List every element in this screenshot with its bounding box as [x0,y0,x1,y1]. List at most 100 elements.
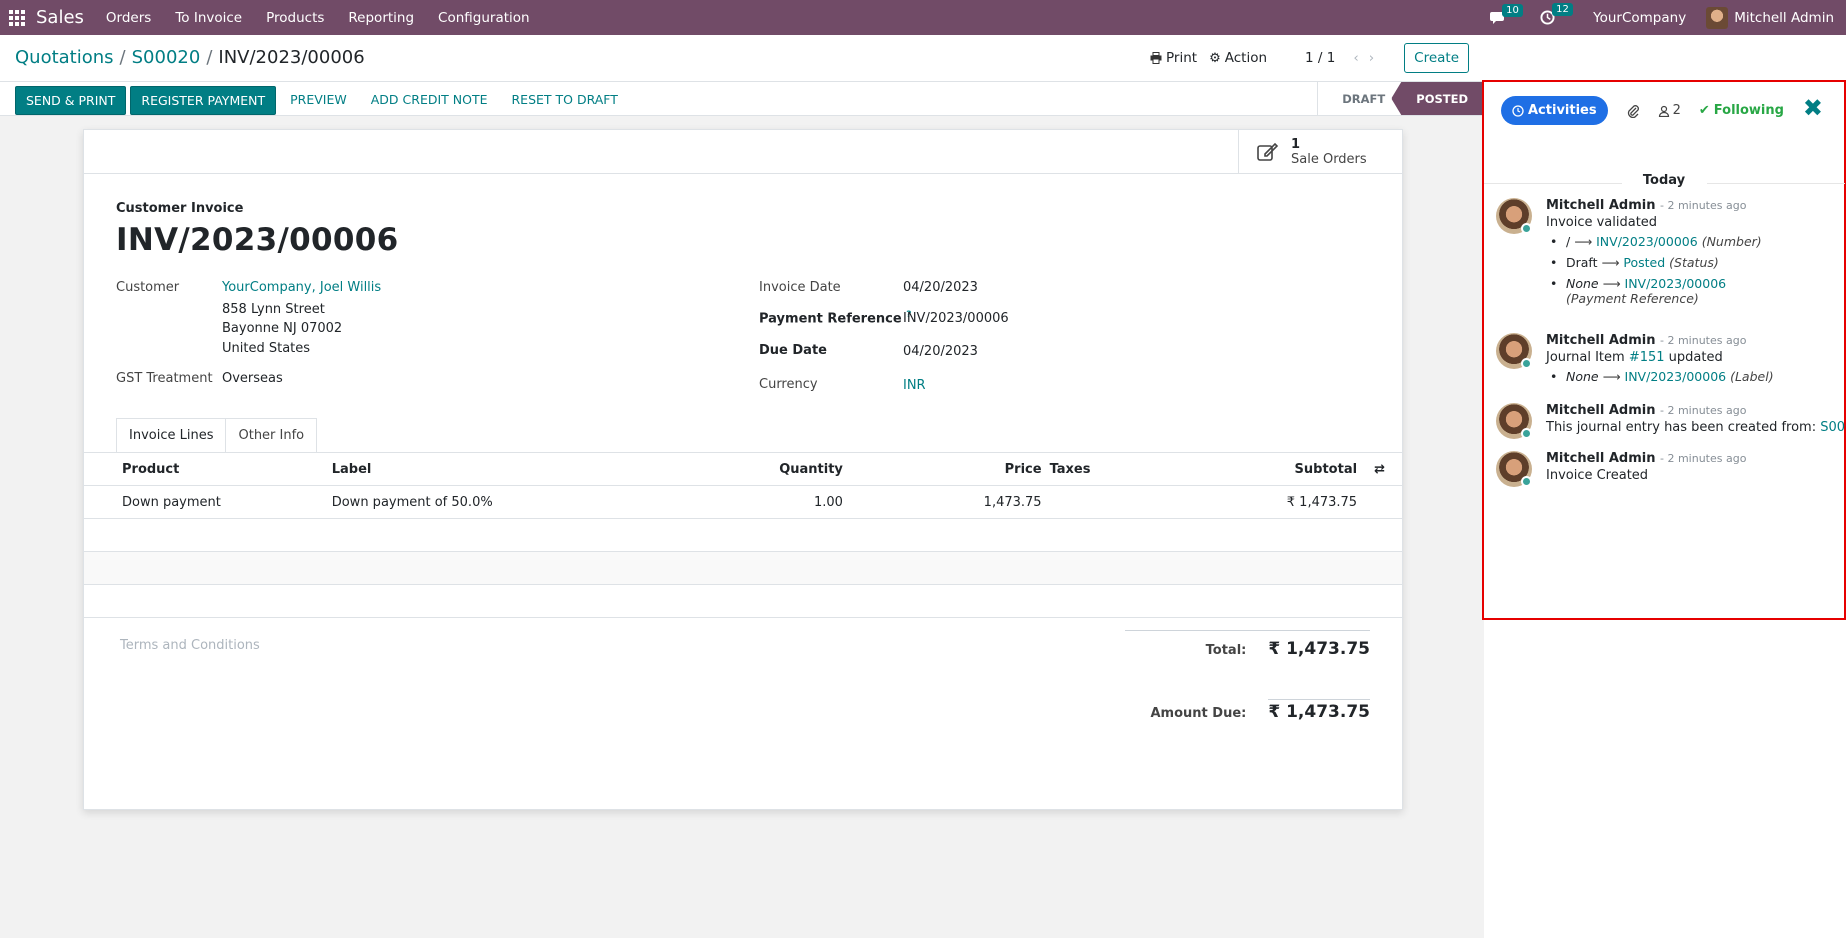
check-icon: ✔ [1698,103,1710,118]
empty-row [84,519,1402,552]
pager-previous-icon[interactable]: ‹ [1353,50,1358,66]
menu-orders[interactable]: Orders [106,10,151,26]
add-credit-note-button[interactable]: ADD CREDIT NOTE [361,86,498,115]
app-brand[interactable]: Sales [36,7,84,28]
author-name[interactable]: Mitchell Admin [1546,198,1655,213]
message-author: Mitchell Admin - 2 minutes ago [1546,451,1846,466]
reset-to-draft-button[interactable]: RESET TO DRAFT [501,86,627,115]
col-price[interactable]: Price [843,462,1042,477]
sale-orders-smart-button[interactable]: 1 Sale Orders [1238,130,1402,174]
amount-due-value: ₹ 1,473.75 [1268,699,1370,722]
journal-item-link[interactable]: #151 [1629,350,1665,365]
messages-badge: 10 [1502,3,1523,17]
currency-field[interactable]: INR [903,378,926,393]
close-chatter-icon[interactable]: ✖ [1803,94,1823,122]
col-product[interactable]: Product [84,462,292,477]
pager-next-icon[interactable]: › [1369,50,1374,66]
register-payment-button[interactable]: REGISTER PAYMENT [130,86,277,115]
gear-icon: ⚙ [1209,50,1221,66]
empty-row [84,552,1402,585]
total-row: Total: ₹ 1,473.75 [1125,639,1370,659]
smart-button-count: 1 [1291,136,1301,152]
pager-value[interactable]: 1 / 1 [1305,50,1335,66]
table-row[interactable]: Down payment Down payment of 50.0% 1.00 … [84,486,1402,519]
following-button[interactable]: ✔ Following [1699,103,1784,118]
breadcrumb-current: INV/2023/00006 [218,47,365,68]
payment-reference-field[interactable]: INV/2023/00006 [903,311,1009,326]
activities-button[interactable]: Activities [1501,96,1608,125]
date-separator: Today [1642,173,1686,188]
author-name[interactable]: Mitchell Admin [1546,403,1655,418]
message-text: Invoice validated [1546,215,1658,230]
notebook-tabs: Invoice Lines Other Info [116,418,318,453]
message-text-prefix: Journal Item [1546,350,1629,365]
col-quantity[interactable]: Quantity [603,462,843,477]
tab-invoice-lines[interactable]: Invoice Lines [116,418,227,453]
online-status-icon [1521,476,1532,487]
user-menu[interactable]: Mitchell Admin [1706,6,1834,29]
customer-field[interactable]: YourCompany, Joel Willis [222,280,381,295]
main-menu: Orders To Invoice Products Reporting Con… [106,10,530,26]
author-name[interactable]: Mitchell Admin [1546,333,1655,348]
author-name[interactable]: Mitchell Admin [1546,451,1655,466]
arrow-right-icon: ⟶ [1602,276,1621,291]
message-text: Invoice Created [1546,468,1649,483]
optional-columns-icon[interactable]: ⇄ [1357,462,1402,477]
paperclip-icon[interactable] [1626,104,1640,118]
action-label: Action [1224,50,1268,66]
print-button[interactable]: Print [1150,50,1197,66]
menu-configuration[interactable]: Configuration [438,10,530,26]
followers-count: 2 [1672,103,1681,118]
gst-treatment-field[interactable]: Overseas [222,371,283,386]
top-navbar: Sales Orders To Invoice Products Reporti… [0,0,1846,35]
cell-product: Down payment [122,494,221,510]
col-label[interactable]: Label [292,462,604,477]
message-text-suffix: updated [1664,350,1723,365]
field-name: (Status) [1669,255,1719,270]
print-label: Print [1166,50,1198,66]
menu-to-invoice[interactable]: To Invoice [175,10,242,26]
menu-reporting[interactable]: Reporting [348,10,414,26]
stage-posted[interactable]: POSTED [1391,82,1484,115]
tracking-values: None ⟶ INV/2023/00006 (Label) [1546,369,1846,384]
preview-button[interactable]: PREVIEW [280,86,357,115]
control-panel: Quotations / S00020/INV/2023/00006 Print ⚙… [0,35,1484,82]
message-time: - 2 minutes ago [1659,404,1747,417]
online-status-icon [1521,428,1532,439]
activities-label: Activities [1528,103,1597,118]
company-switcher[interactable]: YourCompany [1593,10,1686,26]
stage-draft[interactable]: DRAFT [1317,82,1402,115]
action-button[interactable]: ⚙ Action [1209,50,1267,66]
total-value: ₹ 1,473.75 [1268,639,1370,659]
message-text-prefix: This journal entry has been created from… [1546,420,1821,435]
user-avatar [1706,6,1729,29]
clock-icon [1512,104,1524,117]
invoice-date-field[interactable]: 04/20/2023 [903,280,978,295]
tab-other-info[interactable]: Other Info [226,418,318,453]
invoice-sheet: 1 Sale Orders Customer Invoice INV/2023/… [83,129,1403,810]
tracking-value: None ⟶ INV/2023/00006 (Label) [1546,369,1846,384]
totals-summary: Total: ₹ 1,473.75 Amount Due: ₹ 1,473.75 [1125,630,1370,722]
followers-button[interactable]: 2 [1658,103,1681,118]
apps-menu-icon[interactable] [0,0,34,35]
col-taxes[interactable]: Taxes [1042,462,1102,477]
sale-order-link[interactable]: S00020 [1820,420,1846,435]
address-city: Bayonne NJ 07002 [222,321,343,336]
create-button[interactable]: Create [1404,43,1469,73]
due-date-field[interactable]: 04/20/2023 [903,344,978,359]
terms-and-conditions-field[interactable]: Terms and Conditions [120,638,260,653]
breadcrumb-quotations[interactable]: Quotations [15,47,114,68]
cell-price: 1,473.75 [983,494,1042,510]
messages-systray[interactable]: 10 [1490,3,1523,25]
cell-quantity: 1.00 [813,494,843,510]
menu-products[interactable]: Products [266,10,324,26]
table-header: Product Label Quantity Price Taxes Subto… [84,453,1402,486]
tracking-values: / ⟶ INV/2023/00006 (Number) Draft ⟶ Post… [1546,234,1846,306]
activities-systray[interactable]: 12 [1540,3,1573,25]
button-box: 1 Sale Orders [84,130,1402,174]
col-subtotal[interactable]: Subtotal [1101,462,1358,477]
new-value: INV/2023/00006 [1596,234,1698,249]
message-author: Mitchell Admin - 2 minutes ago [1546,403,1846,418]
breadcrumb-sale-order[interactable]: S00020 [132,47,201,68]
send-print-button[interactable]: SEND & PRINT [15,86,127,115]
